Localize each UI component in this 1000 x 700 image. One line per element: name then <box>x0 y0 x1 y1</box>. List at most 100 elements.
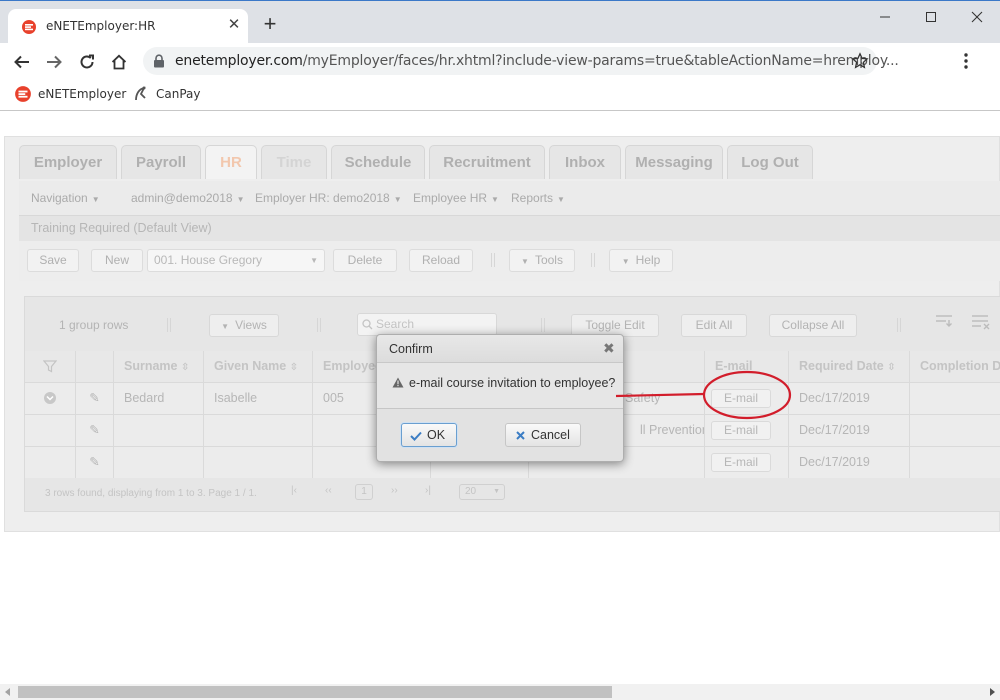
menu-employer-hr[interactable]: Employer HR: demo2018 ▼ <box>255 187 402 209</box>
close-window-button[interactable] <box>954 3 1000 31</box>
bookmark-star-icon[interactable] <box>851 52 869 70</box>
views-button[interactable]: ▼ Views <box>209 314 279 337</box>
scroll-left-arrow-icon[interactable] <box>5 688 10 696</box>
scroll-right-arrow-icon[interactable] <box>990 688 995 696</box>
pencil-icon: ✎ <box>89 455 100 469</box>
tab-messaging[interactable]: Messaging <box>625 145 723 179</box>
page-number[interactable]: 1 <box>355 484 373 500</box>
scrollbar-thumb[interactable] <box>18 686 612 698</box>
cell-required-date: Dec/17/2019 <box>789 383 910 414</box>
caret-down-icon: ▼ <box>236 195 245 204</box>
column-header-email: E-mail <box>705 351 789 382</box>
home-button[interactable] <box>106 49 132 75</box>
prev-page-icon[interactable]: ‹‹ <box>325 485 332 496</box>
kebab-menu-icon[interactable] <box>964 53 968 69</box>
forward-button[interactable] <box>41 49 67 75</box>
employee-select[interactable]: 001. House Gregory ▼ <box>147 249 325 272</box>
close-icon <box>971 11 983 23</box>
column-header-completion-date[interactable]: Completion Date <box>910 351 1000 382</box>
column-header-surname[interactable]: Surname ⇳ <box>114 351 204 382</box>
cell-blank <box>25 415 76 446</box>
pager-summary: 3 rows found, displaying from 1 to 3. Pa… <box>45 488 257 499</box>
row-edit-pencil[interactable]: ✎ <box>76 383 114 414</box>
email-button[interactable]: E-mail <box>711 453 771 472</box>
toolbar-separator <box>167 318 171 332</box>
dialog-message: e-mail course invitation to employee? <box>409 376 616 390</box>
reload-button[interactable] <box>74 49 100 75</box>
last-page-icon[interactable]: ›| <box>425 485 431 496</box>
column-header-select[interactable] <box>25 351 76 382</box>
new-tab-button[interactable]: + <box>258 13 282 37</box>
row-edit-pencil[interactable]: ✎ <box>76 415 114 446</box>
arrow-left-icon <box>14 55 29 69</box>
confirm-dialog: Confirm ✖ e-mail course invitation to em… <box>376 334 624 462</box>
dialog-title: Confirm <box>389 342 433 356</box>
tab-close-icon[interactable]: ✕ <box>224 15 244 35</box>
edit-all-button[interactable]: Edit All <box>681 314 747 337</box>
cell-completion-date <box>910 447 1000 478</box>
action-bar: Save New 001. House Gregory ▼ Delete Relo… <box>19 241 1000 281</box>
sub-menu-bar: Navigation ▼ admin@demo2018 ▼ Employer HR:… <box>19 181 1000 215</box>
new-button[interactable]: New <box>91 249 143 272</box>
menu-user[interactable]: admin@demo2018 ▼ <box>131 187 245 209</box>
caret-down-icon: ▼ <box>491 195 499 204</box>
panel-title: Training Required (Default View) <box>31 221 212 235</box>
check-icon <box>410 431 422 441</box>
url-text: enetemployer.com/myEmployer/faces/hr.xht… <box>175 53 899 69</box>
caret-down-icon: ▼ <box>310 256 318 265</box>
ok-button[interactable]: OK <box>401 423 457 447</box>
column-header-given-name[interactable]: Given Name ⇳ <box>204 351 313 382</box>
tab-log-out[interactable]: Log Out <box>727 145 813 179</box>
page-size-select[interactable]: 20 ▼ <box>459 484 505 500</box>
bookmark-enetemployer[interactable]: eNETEmployer <box>14 85 126 105</box>
caret-down-icon: ▼ <box>221 322 230 331</box>
cell-blank <box>25 447 76 478</box>
clear-filters-icon[interactable] <box>971 314 991 330</box>
reload-icon <box>80 54 94 69</box>
maximize-icon <box>926 12 936 22</box>
tab-recruitment[interactable]: Recruitment <box>429 145 545 179</box>
email-button[interactable]: E-mail <box>711 389 771 408</box>
cancel-button[interactable]: Cancel <box>505 423 581 447</box>
export-rows-icon[interactable] <box>935 314 953 330</box>
next-page-icon[interactable]: ›› <box>391 485 398 496</box>
menu-employee-hr[interactable]: Employee HR ▼ <box>413 187 499 209</box>
tools-button[interactable]: ▼ Tools <box>509 249 575 272</box>
horizontal-scrollbar[interactable] <box>0 684 1000 700</box>
minimize-button[interactable] <box>862 3 908 31</box>
row-expand-toggle[interactable] <box>25 383 76 414</box>
cell-surname <box>114 447 204 478</box>
column-header-required-date[interactable]: Required Date ⇳ <box>789 351 910 382</box>
cell-required-date: Dec/17/2019 <box>789 415 910 446</box>
browser-tab[interactable]: eNETEmployer:HR ✕ <box>8 9 248 44</box>
help-button[interactable]: ▼ Help <box>609 249 673 272</box>
enet-logo-icon <box>22 20 36 34</box>
tab-inbox[interactable]: Inbox <box>549 145 621 179</box>
tab-employer[interactable]: Employer <box>19 145 117 179</box>
tab-schedule[interactable]: Schedule <box>331 145 425 179</box>
lock-icon <box>154 54 164 68</box>
save-button[interactable]: Save <box>27 249 79 272</box>
close-icon[interactable]: ✖ <box>603 340 615 356</box>
email-button[interactable]: E-mail <box>711 421 771 440</box>
row-edit-pencil[interactable]: ✎ <box>76 447 114 478</box>
collapse-all-button[interactable]: Collapse All <box>769 314 857 337</box>
menu-reports[interactable]: Reports ▼ <box>511 187 565 209</box>
tab-time[interactable]: Time <box>261 145 327 179</box>
back-button[interactable] <box>9 49 35 75</box>
bookmark-canpay[interactable]: CanPay <box>132 85 201 105</box>
grid-search-input[interactable]: Search <box>357 313 497 336</box>
menu-navigation[interactable]: Navigation ▼ <box>31 187 100 209</box>
tab-payroll[interactable]: Payroll <box>121 145 201 179</box>
tab-hr[interactable]: HR <box>205 145 257 179</box>
cell-required-date: Dec/17/2019 <box>789 447 910 478</box>
cell-given-name <box>204 447 313 478</box>
delete-button[interactable]: Delete <box>333 249 397 272</box>
cell-surname <box>114 415 204 446</box>
address-bar[interactable]: enetemployer.com/myEmployer/faces/hr.xht… <box>143 47 899 75</box>
reload-page-button[interactable]: Reload <box>409 249 473 272</box>
maximize-button[interactable] <box>908 3 954 31</box>
browser-toolbar: enetemployer.com/myEmployer/faces/hr.xht… <box>0 43 1000 79</box>
first-page-icon[interactable]: |‹ <box>291 485 297 496</box>
group-rows-count: 1 group rows <box>59 318 129 332</box>
